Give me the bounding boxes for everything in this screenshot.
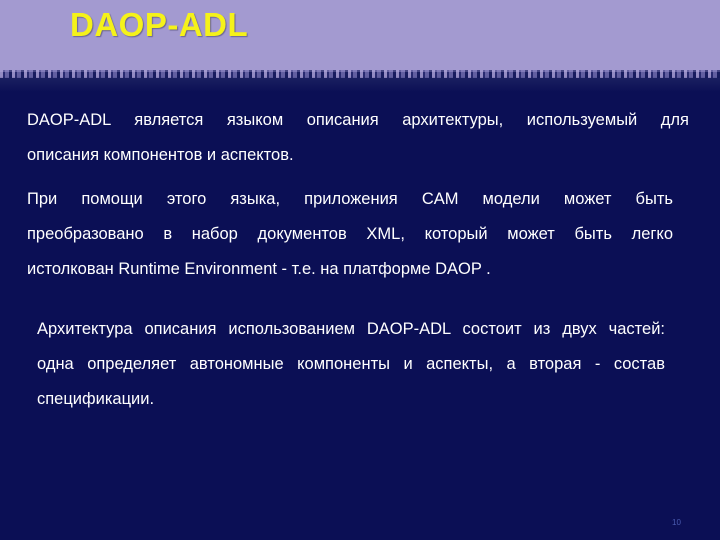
paragraph-line: спецификации.: [37, 390, 155, 408]
paragraph-line: При помощи этого языка, приложения CAM м…: [27, 190, 673, 208]
paragraph-line: описания компонентов и аспектов.: [27, 146, 294, 164]
paragraph-line: истолкован Runtime Environment - т.е. на…: [27, 260, 491, 278]
paragraph-line: одна определяет автономные компоненты и …: [37, 355, 665, 373]
paragraph-line: DAOP-ADL является языком описания архите…: [27, 111, 689, 129]
paragraph-definition: DAOP-ADL является языком описания архите…: [27, 103, 689, 173]
paragraph-line: Архитектура описания использованием DAOP…: [37, 320, 665, 338]
header-fade: [0, 78, 720, 92]
paragraph-line: преобразовано в набор документов XML, ко…: [27, 225, 673, 243]
paragraph-architecture: Архитектура описания использованием DAOP…: [37, 312, 665, 417]
paragraph-transformation: При помощи этого языка, приложения CAM м…: [27, 182, 673, 287]
slide-title: DAOP-ADL: [70, 6, 249, 43]
page-number: 10: [672, 518, 681, 527]
